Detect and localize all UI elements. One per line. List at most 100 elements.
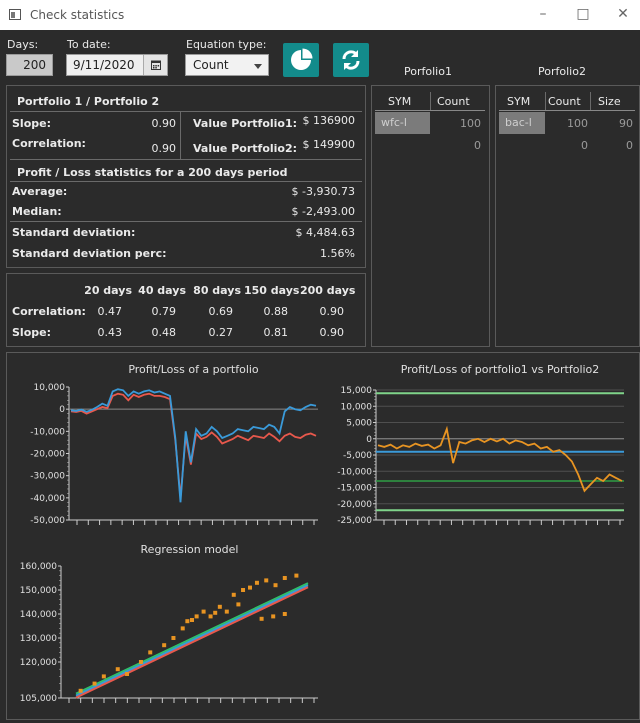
minimize-button[interactable]: – <box>528 4 558 24</box>
period-cell: 0.47 <box>97 305 123 318</box>
refresh-icon <box>342 50 360 70</box>
correlation-value: 0.90 <box>151 142 177 155</box>
days-input[interactable]: 200 <box>6 54 53 76</box>
divider <box>10 221 362 222</box>
maximize-button[interactable]: □ <box>568 4 598 24</box>
portfolio1-count-cell[interactable]: 100 <box>436 117 481 130</box>
calendar-icon[interactable] <box>143 55 167 75</box>
period-cell: 0.90 <box>319 326 345 339</box>
period-cell: 0.90 <box>319 305 345 318</box>
todate-label: To date: <box>67 38 111 51</box>
portfolio2-sym-cell[interactable]: bac-l <box>499 112 545 134</box>
series-line-blue <box>70 388 317 503</box>
pie-chart-button[interactable] <box>283 43 319 77</box>
scatter-point <box>264 578 269 583</box>
y-tick-label: -20,000 <box>337 500 372 510</box>
scatter-point <box>101 674 106 679</box>
equation-value: Count <box>193 58 229 72</box>
divider <box>430 92 431 110</box>
portfolio2-col-header[interactable]: Count <box>548 95 581 108</box>
period-cell: 0.48 <box>151 326 177 339</box>
scatter-point <box>185 619 190 624</box>
period-correlation-label: Correlation: <box>12 305 86 318</box>
y-tick-label: 0 <box>59 405 65 415</box>
portfolio1-col-header[interactable]: Count <box>437 95 470 108</box>
todate-value: 9/11/2020 <box>73 58 135 72</box>
period-header: 150 days <box>244 284 300 297</box>
scatter-point <box>224 609 229 614</box>
refresh-button[interactable] <box>333 43 369 77</box>
y-tick-label: 0 <box>366 435 372 445</box>
scatter-point <box>180 626 185 631</box>
y-tick-label: 105,000 <box>20 694 57 704</box>
divider <box>545 92 546 110</box>
y-tick-label: 150,000 <box>20 586 57 596</box>
scatter-point <box>259 616 264 621</box>
portfolio2-count-cell[interactable]: 0 <box>548 139 588 152</box>
average-value: $ -3,930.73 <box>291 185 355 198</box>
value2: $ 149900 <box>302 138 356 151</box>
equation-select[interactable]: Count <box>185 54 269 76</box>
y-tick-label: -25,000 <box>337 516 372 526</box>
scatter-point <box>254 580 259 585</box>
period-header: 40 days <box>138 284 186 297</box>
y-tick-label: -50,000 <box>30 516 65 526</box>
scatter-point <box>190 618 194 622</box>
fit-line-red <box>75 586 309 699</box>
scatter-point <box>273 583 278 588</box>
scatter-point <box>236 602 241 607</box>
portfolio1-sym-cell[interactable]: wfc-l <box>375 112 430 134</box>
period-cell: 0.69 <box>208 305 234 318</box>
slope-label: Slope: <box>12 117 51 130</box>
scatter-point <box>282 612 287 616</box>
portfolio1-count-cell[interactable]: 0 <box>436 139 481 152</box>
pie-chart-icon <box>291 48 313 70</box>
period-cell: 0.79 <box>151 305 177 318</box>
divider <box>590 92 591 110</box>
portfolio2-count-cell[interactable]: 100 <box>548 117 588 130</box>
scatter-point <box>125 672 130 676</box>
scatter-point <box>271 614 276 619</box>
y-tick-label: 10,000 <box>341 402 373 412</box>
period-header: 20 days <box>84 284 132 297</box>
period-cell: 0.43 <box>97 326 123 339</box>
regression-chart: Regression model 160,000 150,000 140,000 130… <box>20 543 318 704</box>
scatter-point <box>248 585 252 590</box>
fit-line-green <box>75 582 309 695</box>
chart-title: Profit/Loss of portfolio1 vs Portfolio2 <box>401 363 600 376</box>
y-tick-label: 140,000 <box>20 610 57 620</box>
portfolio2-col-header[interactable]: Size <box>598 95 621 108</box>
stddev-value: $ 4,484.63 <box>295 226 355 239</box>
chart-title: Regression model <box>141 543 239 556</box>
correlation-label: Correlation: <box>12 137 86 150</box>
portfolio1-col-header[interactable]: SYM <box>388 95 411 108</box>
y-tick-label: 130,000 <box>20 634 57 644</box>
scatter-point <box>194 614 199 619</box>
y-tick-label: 5,000 <box>346 419 372 429</box>
portfolio2-col-header[interactable]: SYM <box>507 95 530 108</box>
y-tick-label: -20,000 <box>30 450 65 460</box>
y-tick-label: 160,000 <box>20 562 57 572</box>
value1: $ 136900 <box>302 114 356 127</box>
divider <box>499 110 635 111</box>
app-icon <box>9 9 21 20</box>
portfolio2-size-cell[interactable]: 0 <box>595 139 633 152</box>
y-tick-label: 10,000 <box>34 383 66 393</box>
period-cell: 0.27 <box>208 326 234 339</box>
scatter-point <box>115 667 120 672</box>
equation-label: Equation type: <box>186 38 267 51</box>
period-cell: 0.81 <box>263 326 289 339</box>
days-label: Days: <box>7 38 39 51</box>
scatter-point <box>92 681 97 686</box>
portfolio2-size-cell[interactable]: 90 <box>595 117 633 130</box>
title-bar: Check statistics – □ ✕ <box>0 0 640 30</box>
divider <box>375 110 485 111</box>
divider <box>10 159 362 160</box>
scatter-point <box>201 609 206 614</box>
scatter-point <box>171 636 176 640</box>
y-tick-label: -30,000 <box>30 472 65 482</box>
stats-header: Portfolio 1 / Portfolio 2 <box>17 95 160 108</box>
todate-input[interactable]: 9/11/2020 <box>66 54 168 76</box>
divider <box>180 112 181 159</box>
close-button[interactable]: ✕ <box>608 4 638 24</box>
